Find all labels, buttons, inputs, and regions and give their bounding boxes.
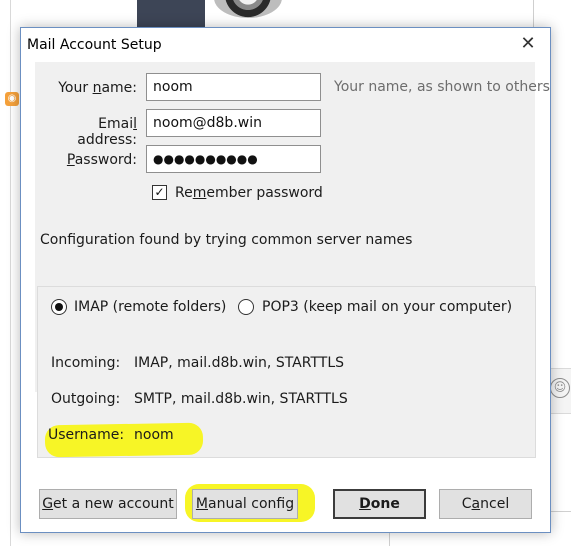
dialog-title: Mail Account Setup xyxy=(27,37,162,53)
imap-radio[interactable] xyxy=(51,299,67,315)
name-hint: Your name, as shown to others xyxy=(334,79,550,95)
incoming-label: Incoming: xyxy=(51,355,121,371)
rss-feed-icon[interactable]: ◉ xyxy=(5,92,19,106)
name-label: Your name: xyxy=(58,80,137,96)
incoming-value: IMAP, mail.d8b.win, STARTTLS xyxy=(134,355,344,371)
close-icon[interactable]: ✕ xyxy=(516,32,540,56)
outgoing-value: SMTP, mail.d8b.win, STARTTLS xyxy=(134,391,348,407)
dialog-titlebar: Mail Account Setup ✕ xyxy=(21,28,550,62)
smiley-icon[interactable]: ☺ xyxy=(550,378,570,398)
username-label: Username: xyxy=(48,427,125,443)
get-new-account-button[interactable]: Get a new account xyxy=(39,489,177,519)
background-header-strip xyxy=(137,0,205,30)
mail-account-setup-dialog: Mail Account Setup ✕ Your name: Your nam… xyxy=(20,27,551,533)
pop3-radio[interactable] xyxy=(238,299,254,315)
email-input[interactable] xyxy=(146,109,321,137)
password-input[interactable] xyxy=(146,145,321,173)
pop3-label: POP3 (keep mail on your computer) xyxy=(262,299,513,315)
background-divider xyxy=(533,0,534,30)
email-label: Email address: xyxy=(77,116,137,148)
outgoing-label: Outgoing: xyxy=(51,391,121,407)
password-label: Password: xyxy=(66,152,137,168)
background-divider xyxy=(10,0,11,546)
manual-config-button[interactable]: Manual config xyxy=(192,489,298,519)
background-avatar xyxy=(214,0,282,18)
config-status-message: Configuration found by trying common ser… xyxy=(40,232,413,248)
done-button[interactable]: Done xyxy=(333,489,426,519)
remember-password-checkbox[interactable]: ✓ xyxy=(152,185,167,200)
name-input[interactable] xyxy=(146,73,321,101)
username-value: noom xyxy=(134,427,174,443)
cancel-button[interactable]: Cancel xyxy=(439,489,532,519)
imap-label: IMAP (remote folders) xyxy=(74,299,227,315)
remember-password-label: Remember password xyxy=(175,185,323,201)
